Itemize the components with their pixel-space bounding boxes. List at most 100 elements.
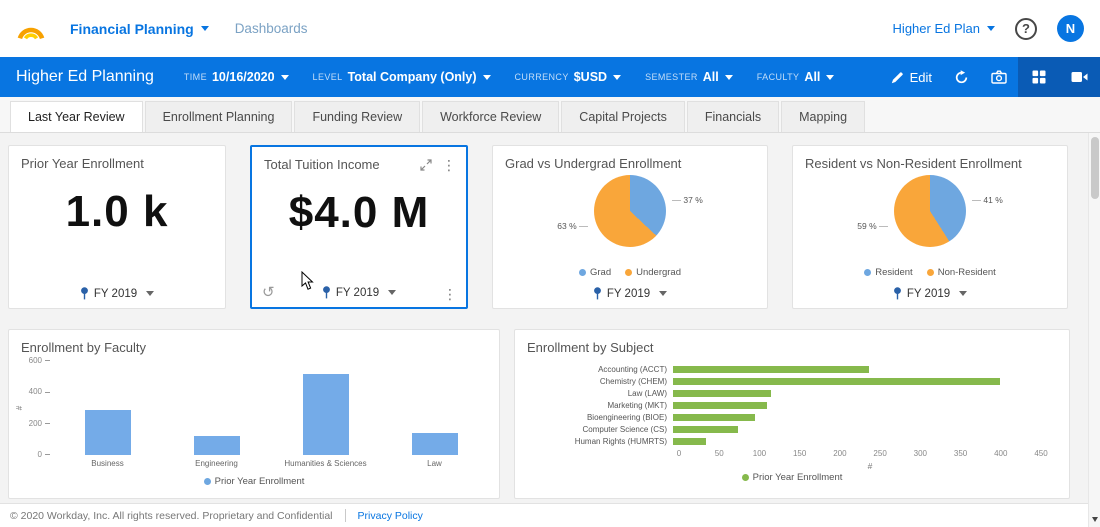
kebab-menu-icon[interactable]: ⋮ — [442, 158, 456, 172]
y-axis-tick: 200 — [29, 419, 50, 428]
x-axis-tick: 50 — [714, 449, 724, 458]
tab-financials[interactable]: Financials — [686, 101, 780, 132]
bar[interactable] — [302, 373, 349, 455]
filter-level[interactable]: LEVEL Total Company (Only) — [313, 70, 491, 84]
pin-icon — [322, 286, 330, 299]
period-label: FY 2019 — [93, 287, 138, 300]
bar-chart[interactable]: # 0 200 400 600 Business Engineering Humaniti… — [13, 356, 489, 468]
tab-enrollment-planning[interactable]: Enrollment Planning — [144, 101, 293, 132]
filter-value: All — [804, 70, 821, 84]
kebab-menu-icon[interactable]: ⋮ — [443, 287, 457, 301]
filter-value: $USD — [573, 70, 608, 84]
nav-financial-planning[interactable]: Financial Planning — [70, 21, 209, 37]
category-label: Engineering — [195, 459, 238, 468]
pin-icon — [80, 287, 88, 300]
x-axis: 0 50 100 150 200 250 300 350 400 450 — [677, 449, 1048, 461]
card-title: Total Tuition Income — [264, 157, 380, 172]
filter-faculty[interactable]: FACULTY All — [757, 70, 835, 84]
chart-legend: Grad Undergrad — [493, 267, 767, 278]
legend-label: Prior Year Enrollment — [752, 472, 843, 483]
horizontal-bar-chart[interactable]: Accounting (ACCT) Chemistry (CHEM) Law (LA… — [523, 365, 1048, 461]
kpi-value: $4.0 M — [288, 188, 430, 237]
legend-item[interactable]: Prior Year Enrollment — [203, 476, 304, 487]
edit-button[interactable]: Edit — [880, 57, 943, 97]
bar-track — [673, 390, 1041, 397]
bar-group — [53, 361, 162, 455]
bar[interactable] — [673, 390, 772, 397]
bar-group — [380, 361, 489, 455]
bar[interactable] — [193, 436, 240, 455]
period-selector[interactable]: FY 2019 — [493, 287, 767, 300]
nav-dashboards[interactable]: Dashboards — [235, 21, 308, 36]
tab-funding-review[interactable]: Funding Review — [294, 101, 421, 132]
topbar-right: Higher Ed Plan ? N — [893, 15, 1084, 42]
pin-icon — [893, 287, 901, 300]
plot-area: Business Engineering Humanities & Sciences… — [53, 361, 489, 468]
category-label: Bioengineering (BIOE) — [586, 413, 667, 422]
pie-chart-area: 59 % 41 % — [793, 175, 1067, 265]
legend-item[interactable]: Undergrad — [625, 267, 681, 278]
y-axis-tick: 400 — [29, 387, 50, 396]
card-enrollment-by-faculty[interactable]: Enrollment by Faculty # 0 200 400 600 Busin… — [8, 329, 500, 499]
legend-item[interactable]: Non-Resident — [926, 267, 996, 278]
refresh-button[interactable] — [943, 57, 980, 97]
workday-flame-icon — [17, 27, 45, 39]
pie-chart[interactable] — [594, 175, 666, 247]
tab-last-year-review[interactable]: Last Year Review — [10, 101, 143, 132]
bar[interactable] — [84, 409, 131, 455]
avatar[interactable]: N — [1057, 15, 1084, 42]
tab-capital-projects[interactable]: Capital Projects — [561, 101, 685, 132]
dashboard-toolbar: Higher Ed Planning TIME 10/16/2020 LEVEL… — [0, 57, 1100, 97]
pie-chart[interactable] — [894, 175, 966, 247]
category-label: Business — [91, 459, 124, 468]
bar[interactable] — [673, 378, 1001, 385]
workday-logo-icon[interactable] — [16, 16, 46, 42]
category-labels: Business Engineering Humanities & Sciences… — [53, 459, 489, 468]
footer-divider — [344, 509, 346, 522]
x-axis-tick: 100 — [752, 449, 767, 458]
tab-workforce-review[interactable]: Workforce Review — [422, 101, 560, 132]
grid-view-button[interactable] — [1018, 57, 1059, 97]
footer: © 2020 Workday, Inc. All rights reserved… — [0, 503, 1100, 527]
filter-bar: TIME 10/16/2020 LEVEL Total Company (Onl… — [184, 70, 859, 84]
legend-item[interactable]: Resident — [864, 267, 913, 278]
bar-row: Chemistry (CHEM) — [523, 377, 1041, 386]
plan-selector[interactable]: Higher Ed Plan — [893, 21, 995, 36]
period-selector[interactable]: FY 2019 — [9, 287, 225, 300]
video-button[interactable] — [1059, 57, 1100, 97]
card-prior-year-enrollment[interactable]: Prior Year Enrollment 1.0 k FY 2019 — [8, 145, 226, 309]
app-root: Financial Planning Dashboards Higher Ed … — [0, 0, 1100, 527]
bar[interactable] — [673, 402, 768, 409]
card-total-tuition-income[interactable]: Total Tuition Income ⋮ $4.0 M ↺ FY 2019 … — [250, 145, 468, 309]
filter-currency[interactable]: CURRENCY $USD — [515, 70, 622, 84]
category-label: Accounting (ACCT) — [598, 365, 667, 374]
bar[interactable] — [673, 366, 870, 373]
bar[interactable] — [673, 438, 706, 445]
tab-mapping[interactable]: Mapping — [781, 101, 866, 132]
legend-item[interactable]: Grad — [578, 267, 611, 278]
period-label: FY 2019 — [606, 287, 651, 300]
vertical-scrollbar[interactable] — [1088, 133, 1100, 527]
bar[interactable] — [673, 426, 739, 433]
chart-legend: Prior Year Enrollment — [515, 472, 1069, 483]
help-icon[interactable]: ? — [1015, 17, 1037, 40]
scrollbar-down-button[interactable] — [1089, 513, 1100, 526]
filter-semester[interactable]: SEMESTER All — [645, 70, 733, 84]
period-selector[interactable]: FY 2019 — [252, 286, 466, 299]
filter-time[interactable]: TIME 10/16/2020 — [184, 70, 289, 84]
bar[interactable] — [673, 414, 755, 421]
scrollbar-thumb[interactable] — [1091, 137, 1099, 199]
filter-label: FACULTY — [756, 72, 800, 82]
privacy-policy-link[interactable]: Privacy Policy — [358, 510, 423, 522]
card-title: Enrollment by Faculty — [21, 340, 146, 355]
expand-icon[interactable] — [420, 158, 432, 171]
bar[interactable] — [411, 433, 458, 455]
legend-item[interactable]: Prior Year Enrollment — [741, 472, 843, 483]
period-selector[interactable]: FY 2019 — [793, 287, 1067, 300]
screenshot-button[interactable] — [980, 57, 1018, 97]
category-label: Law (LAW) — [627, 389, 667, 398]
filter-label: LEVEL — [312, 72, 343, 82]
card-grad-vs-undergrad[interactable]: Grad vs Undergrad Enrollment 63 % 37 % G… — [492, 145, 768, 309]
card-resident-vs-nonresident[interactable]: Resident vs Non-Resident Enrollment 59 %… — [792, 145, 1068, 309]
card-enrollment-by-subject[interactable]: Enrollment by Subject Accounting (ACCT) C… — [514, 329, 1070, 499]
